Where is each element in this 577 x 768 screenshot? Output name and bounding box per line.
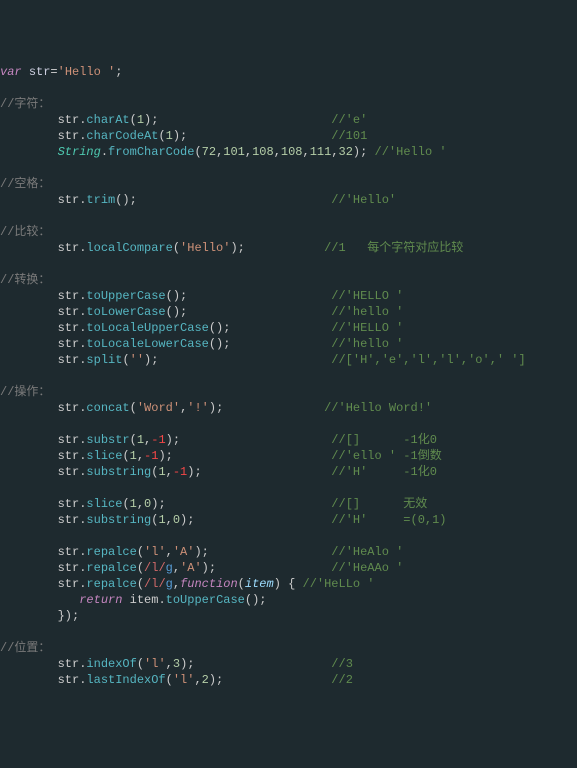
code-line: str.lastIndexOf('l',2); //2 xyxy=(0,673,353,687)
code-line: str.trim(); //'Hello' xyxy=(0,193,396,207)
section-comment: //比较： xyxy=(0,225,50,239)
code-line: str.charAt(1); //'e' xyxy=(0,113,367,127)
code-line: str.toLocaleUpperCase(); //'HELLO ' xyxy=(0,321,403,335)
code-line: str.charCodeAt(1); //101 xyxy=(0,129,367,143)
code-line: var str='Hello '; xyxy=(0,65,122,79)
code-line: str.substring(1,0); //'H' =(0,1) xyxy=(0,513,447,527)
section-comment: //转换： xyxy=(0,273,50,287)
code-line: str.toLocaleLowerCase(); //'hello ' xyxy=(0,337,403,351)
code-line: str.substring(1,-1); //'H' -1化0 xyxy=(0,465,437,479)
code-line: String.fromCharCode(72,101,108,108,111,3… xyxy=(0,145,447,159)
code-line: str.repalce('l','A'); //'HeAlo ' xyxy=(0,545,403,559)
section-comment: //操作： xyxy=(0,385,50,399)
code-line: str.concat('Word','!'); //'Hello Word!' xyxy=(0,401,432,415)
code-line: str.slice(1,-1); //'ello ' -1倒数 xyxy=(0,449,442,463)
code-line: str.repalce(/l/g,function(item) { //'HeL… xyxy=(0,577,375,591)
code-editor[interactable]: var str='Hello '; //字符： str.charAt(1); /… xyxy=(0,64,577,688)
code-line: str.substr(1,-1); //[] -1化0 xyxy=(0,433,437,447)
section-comment: //位置： xyxy=(0,641,50,655)
code-line: str.split(''); //['H','e','l','l','o',' … xyxy=(0,353,526,367)
code-line: str.toLowerCase(); //'hello ' xyxy=(0,305,403,319)
section-comment: //字符： xyxy=(0,97,50,111)
code-line: str.slice(1,0); //[] 无效 xyxy=(0,497,427,511)
code-line: str.toUpperCase(); //'HELLO ' xyxy=(0,289,403,303)
code-line: str.repalce(/l/g,'A'); //'HeAAo ' xyxy=(0,561,403,575)
code-line: str.indexOf('l',3); //3 xyxy=(0,657,353,671)
code-line: str.localCompare('Hello'); //1 每个字符对应比较 xyxy=(0,241,463,255)
code-line: }); xyxy=(0,609,79,623)
section-comment: //空格： xyxy=(0,177,50,191)
code-line: return item.toUpperCase(); xyxy=(0,593,266,607)
